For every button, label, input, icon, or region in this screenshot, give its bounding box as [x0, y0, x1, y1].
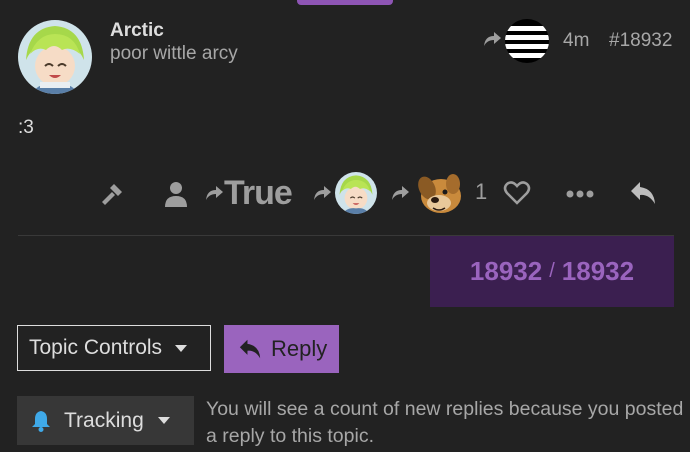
reply-to-name[interactable]: True: [224, 174, 293, 213]
avatar[interactable]: [18, 20, 92, 94]
bell-icon: [31, 410, 51, 432]
like-count[interactable]: 1: [475, 179, 487, 205]
reply-button-label: Reply: [271, 336, 328, 361]
user-title: poor wittle arcy: [110, 43, 238, 64]
reply-to-icon[interactable]: [481, 28, 503, 50]
replier-avatar[interactable]: [335, 172, 377, 214]
reply-to-arrow-icon: [203, 182, 225, 209]
progress-total: 18932: [561, 256, 635, 286]
reply-arrow-icon: [311, 182, 333, 209]
reply-button[interactable]: Reply: [224, 325, 339, 373]
post-age[interactable]: 4m: [563, 30, 589, 52]
post-body: :3: [18, 117, 34, 138]
reply-to-avatar[interactable]: [505, 19, 549, 63]
topic-controls-label: Topic Controls: [29, 336, 163, 359]
notification-level-button[interactable]: Tracking: [17, 396, 194, 445]
caret-down-icon: [174, 344, 188, 353]
notification-level-label: Tracking: [64, 408, 144, 432]
reply-arrow-icon: [389, 182, 411, 209]
dog-avatar[interactable]: [413, 170, 465, 216]
progress-current: 18932: [469, 256, 543, 286]
top-timeline-tab[interactable]: [297, 0, 393, 5]
user-icon[interactable]: [163, 180, 189, 213]
post-number[interactable]: #18932: [609, 30, 672, 52]
notification-description: You will see a count of new replies beca…: [206, 398, 684, 447]
progress-separator: /: [549, 260, 555, 282]
more-options-icon[interactable]: [566, 187, 594, 205]
heart-icon[interactable]: [503, 180, 531, 211]
caret-down-icon: [157, 416, 171, 425]
reply-icon[interactable]: [629, 180, 657, 211]
topic-controls-button[interactable]: Topic Controls: [17, 325, 211, 371]
topic-progress[interactable]: 18932 / 18932: [430, 236, 674, 307]
reply-icon: [238, 338, 262, 360]
username[interactable]: Arctic: [110, 20, 164, 42]
admin-wrench-icon[interactable]: [100, 181, 126, 212]
